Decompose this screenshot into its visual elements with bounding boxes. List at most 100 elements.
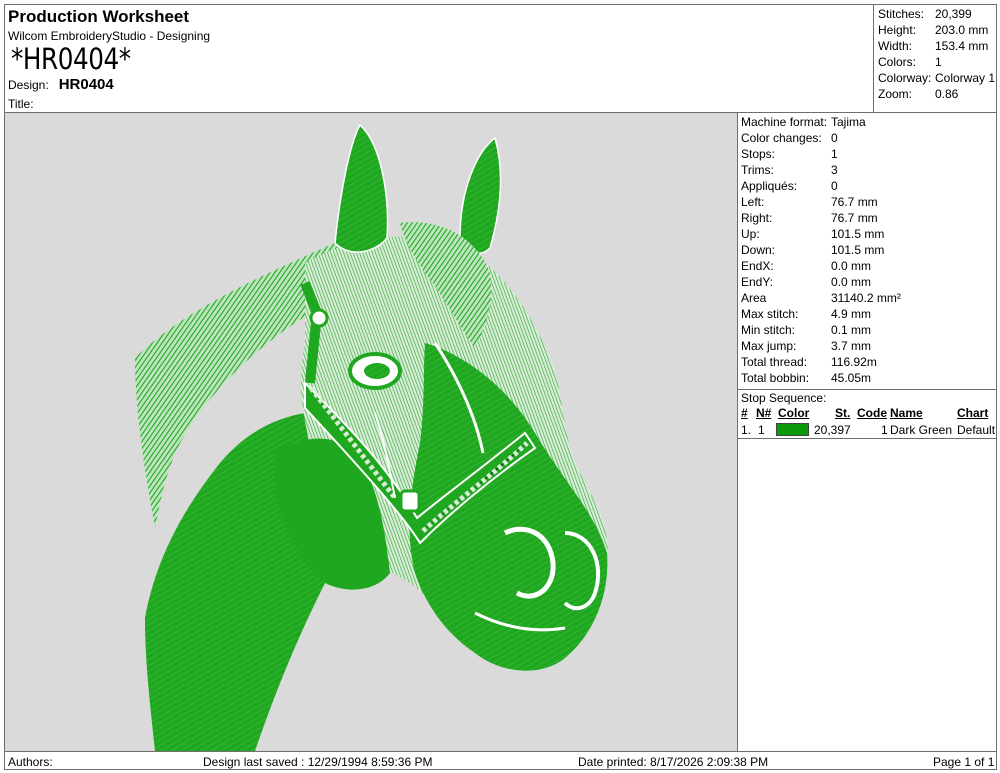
page-number: Page 1 of 1 xyxy=(933,755,995,769)
detail-row: EndX: 0.0 mm xyxy=(738,258,997,274)
detail-row: Machine format: Tajima xyxy=(738,114,997,130)
stop-sequence-label: Stop Sequence: xyxy=(738,389,997,405)
col-n: N# xyxy=(756,406,772,420)
col-st: St. xyxy=(835,406,851,420)
row-name: Dark Green xyxy=(890,423,953,437)
summary-label: Stitches: xyxy=(878,7,925,21)
detail-row: Trims: 3 xyxy=(738,162,997,178)
detail-label: Min stitch: xyxy=(741,323,796,337)
details-panel: Machine format: Tajima Color changes: 0 Stop… xyxy=(738,113,997,751)
detail-value: 76.7 mm xyxy=(831,195,878,209)
detail-value: 101.5 mm xyxy=(831,243,885,257)
detail-row: Right: 76.7 mm xyxy=(738,210,997,226)
worksheet-title: Production Worksheet xyxy=(8,7,190,26)
color-swatch xyxy=(776,423,809,436)
date-printed: Date printed: 8/17/2026 2:09:38 PM xyxy=(578,755,769,769)
row-n: 1 xyxy=(758,423,765,437)
summary-label: Width: xyxy=(878,39,913,53)
detail-value: 101.5 mm xyxy=(831,227,885,241)
design-barcode-text: *HR0404* xyxy=(11,42,131,76)
detail-label: Up: xyxy=(741,227,760,241)
summary-value: 153.4 mm xyxy=(935,39,989,53)
summary-label: Height: xyxy=(878,23,917,37)
detail-value: 0 xyxy=(831,131,838,145)
detail-row: Left: 76.7 mm xyxy=(738,194,997,210)
summary-value: 0.86 xyxy=(935,87,959,101)
detail-label: Area xyxy=(741,291,767,305)
detail-label: Left: xyxy=(741,195,765,209)
detail-row: EndY: 0.0 mm xyxy=(738,274,997,290)
detail-label: Stops: xyxy=(741,147,776,161)
design-preview xyxy=(5,113,738,751)
detail-row: Color changes: 0 xyxy=(738,130,997,146)
design-row: Design: HR0404 xyxy=(8,76,114,93)
summary-value: 203.0 mm xyxy=(935,23,989,37)
detail-label: Right: xyxy=(741,211,773,225)
detail-row: Total bobbin: 45.05m xyxy=(738,370,997,386)
summary-row: Colorway: Colorway 1 xyxy=(874,70,997,86)
design-label: Design: xyxy=(8,78,49,92)
summary-row: Width: 153.4 mm xyxy=(874,38,997,54)
detail-row: Area 31140.2 mm² xyxy=(738,290,997,306)
detail-value: 1 xyxy=(831,147,838,161)
detail-value: 76.7 mm xyxy=(831,211,878,225)
summary-label: Zoom: xyxy=(878,87,913,101)
detail-value: 31140.2 mm² xyxy=(831,291,901,305)
detail-label: Machine format: xyxy=(741,115,828,129)
detail-value: Tajima xyxy=(831,115,866,129)
detail-label: Max jump: xyxy=(741,339,797,353)
detail-row: Stops: 1 xyxy=(738,146,997,162)
row-chart: Default xyxy=(957,423,996,437)
summary-row: Zoom: 0.86 xyxy=(874,86,997,102)
detail-value: 4.9 mm xyxy=(831,307,872,321)
detail-label: EndY: xyxy=(741,275,774,289)
col-chart: Chart xyxy=(957,406,989,420)
summary-row: Height: 203.0 mm xyxy=(874,22,997,38)
detail-label: Total thread: xyxy=(741,355,808,369)
detail-label: EndX: xyxy=(741,259,774,273)
row-st: 20,397 xyxy=(814,423,851,437)
horse-head-embroidery-icon xyxy=(135,123,608,751)
col-code: Code xyxy=(857,406,887,420)
detail-row: Down: 101.5 mm xyxy=(738,242,997,258)
summary-value: 1 xyxy=(935,55,942,69)
detail-label: Max stitch: xyxy=(741,307,799,321)
title-label: Title: xyxy=(8,97,34,111)
detail-value: 45.05m xyxy=(831,371,872,385)
summary-panel: Stitches: 20,399 Height: 203.0 mm Width: 153.… xyxy=(873,5,997,113)
stop-sequence-table: # N# Color St. Code Name Chart 1. 1 20,3… xyxy=(738,405,997,439)
detail-row: Up: 101.5 mm xyxy=(738,226,997,242)
detail-value: 0.0 mm xyxy=(831,275,872,289)
detail-label: Appliqués: xyxy=(741,179,798,193)
app-name: Wilcom EmbroideryStudio - Designing xyxy=(8,29,211,43)
detail-value: 116.92m xyxy=(831,355,877,369)
detail-label: Color changes: xyxy=(741,131,822,145)
summary-row: Stitches: 20,399 xyxy=(874,6,997,22)
detail-row: Total thread: 116.92m xyxy=(738,354,997,370)
detail-value: 3 xyxy=(831,163,838,177)
detail-label: Down: xyxy=(741,243,776,257)
detail-row: Appliqués: 0 xyxy=(738,178,997,194)
design-value: HR0404 xyxy=(58,76,114,93)
authors-label: Authors: xyxy=(8,755,53,769)
worksheet-frame: Production Worksheet Wilcom EmbroiderySt… xyxy=(4,4,997,770)
detail-value: 0 xyxy=(831,179,838,193)
col-num: # xyxy=(741,406,748,420)
detail-value: 0.0 mm xyxy=(831,259,872,273)
col-color: Color xyxy=(778,406,810,420)
summary-label: Colorway: xyxy=(878,71,932,85)
worksheet-footer: Authors: Design last saved : 12/29/1994 … xyxy=(5,751,997,770)
summary-value: Colorway 1 xyxy=(935,71,996,85)
detail-value: 0.1 mm xyxy=(831,323,872,337)
detail-row: Min stitch: 0.1 mm xyxy=(738,322,997,338)
summary-row: Colors: 1 xyxy=(874,54,997,70)
detail-label: Trims: xyxy=(741,163,774,177)
row-num: 1. xyxy=(741,423,752,437)
detail-value: 3.7 mm xyxy=(831,339,872,353)
col-name: Name xyxy=(890,406,923,420)
summary-label: Colors: xyxy=(878,55,917,69)
detail-row: Max stitch: 4.9 mm xyxy=(738,306,997,322)
worksheet-header: Production Worksheet Wilcom EmbroiderySt… xyxy=(5,5,873,113)
detail-row: Max jump: 3.7 mm xyxy=(738,338,997,354)
row-code: 1 xyxy=(881,423,888,437)
